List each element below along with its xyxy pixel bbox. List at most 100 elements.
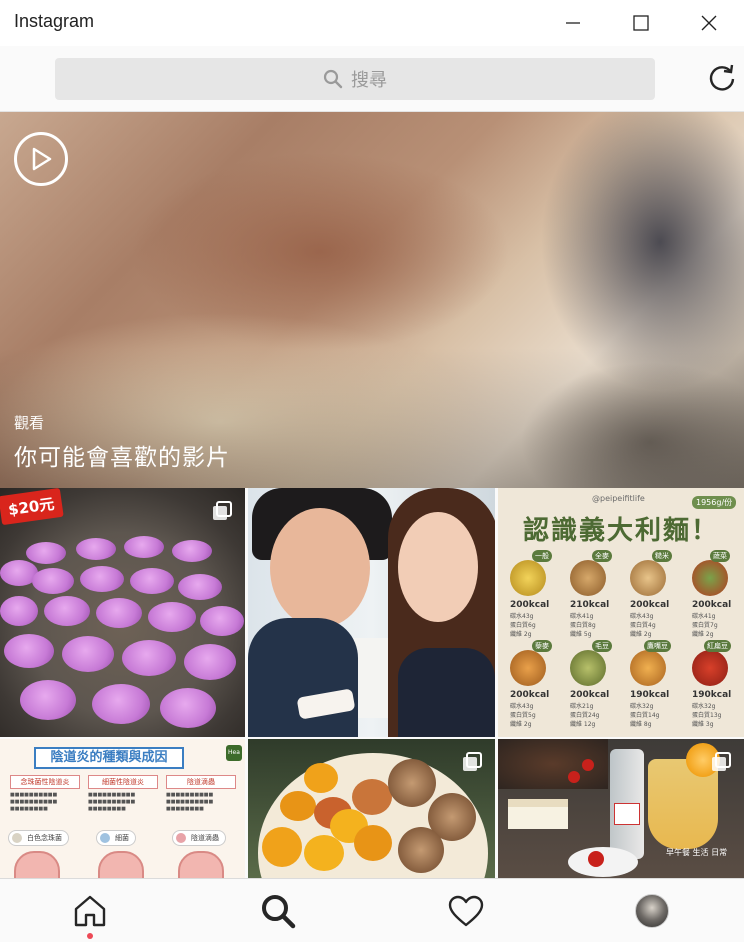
minimize-icon <box>566 22 580 24</box>
pasta-label: 藜麥 <box>532 640 552 652</box>
face-shape <box>398 512 478 622</box>
face-shape <box>270 508 370 628</box>
pasta-image <box>570 650 606 686</box>
nav-activity-button[interactable] <box>426 879 506 942</box>
food-shape <box>80 566 124 592</box>
food-shape <box>4 634 54 668</box>
close-button[interactable] <box>686 0 732 46</box>
cake-slice-shape <box>508 799 568 829</box>
explore-post-purple-cakes[interactable]: $20元 <box>0 488 245 737</box>
shirt-shape <box>398 648 495 737</box>
shirt-shape <box>248 618 358 737</box>
infographic-heading: 認識義大利麵！ <box>522 516 719 546</box>
maximize-button[interactable] <box>618 0 664 46</box>
food-shape <box>184 644 236 680</box>
brand-logo: Hea <box>226 745 242 761</box>
cause-pill: 細菌 <box>96 830 136 846</box>
food-shape <box>178 574 222 600</box>
maximize-icon <box>633 15 649 31</box>
food-shape <box>20 680 76 720</box>
minimize-button[interactable] <box>550 0 596 46</box>
search-icon <box>262 895 296 929</box>
food-shape <box>280 791 316 821</box>
pasta-kcal: 200kcal <box>510 690 550 700</box>
explore-post-dessert-bowl[interactable] <box>248 739 495 878</box>
food-shape <box>130 568 174 594</box>
pasta-nutrients: 碳水41g 蛋白質7g 纖維 2g <box>692 613 718 638</box>
serving-tag: 1956g/份 <box>692 496 737 509</box>
cause-pill: 白色念珠菌 <box>8 830 69 846</box>
search-input[interactable]: 搜尋 <box>55 58 655 100</box>
pasta-image <box>692 560 728 596</box>
bottom-navigation <box>0 878 744 942</box>
infographic-banner: 陰道炎的種類與成因 <box>34 747 184 769</box>
pasta-nutrients: 碳水32g 蛋白質14g 纖維 8g <box>630 703 660 728</box>
food-shape <box>172 540 212 562</box>
window-title: Instagram <box>14 11 95 31</box>
nav-profile-button[interactable] <box>612 879 692 942</box>
berry-shape <box>568 771 580 783</box>
explore-post-drinks[interactable]: 早午餐 生活 日常 <box>498 739 744 878</box>
nav-search-button[interactable] <box>238 879 318 942</box>
refresh-icon <box>709 64 735 91</box>
search-placeholder: 搜尋 <box>351 70 387 91</box>
pasta-image <box>510 650 546 686</box>
notification-dot <box>87 933 93 939</box>
author-handle: @peipeifitlife <box>592 494 645 503</box>
food-shape <box>352 779 392 815</box>
food-shape <box>200 606 244 636</box>
food-shape <box>304 835 344 871</box>
pasta-image <box>630 560 666 596</box>
instagram-app: Instagram 搜尋 觀看 你可能會喜歡的影片 $20元 @peipeifi… <box>0 0 744 942</box>
pasta-kcal: 200kcal <box>570 690 610 700</box>
pasta-nutrients: 碳水43g 蛋白質6g 纖維 2g <box>510 613 536 638</box>
food-shape <box>62 636 114 672</box>
pasta-image <box>630 650 666 686</box>
pasta-label: 全麥 <box>592 550 612 562</box>
food-shape <box>26 542 66 564</box>
berry-shape <box>588 851 604 867</box>
nav-home-button[interactable] <box>50 879 130 942</box>
price-tag: $20元 <box>0 488 65 526</box>
close-icon <box>701 15 717 31</box>
pasta-nutrients: 碳水32g 蛋白質13g 纖維 3g <box>692 703 722 728</box>
multiple-photos-icon <box>463 752 482 771</box>
explore-post-health-infographic[interactable]: 陰道炎的種類與成因 Hea 念珠菌性陰道炎 ■■■■■■■■■■ ■■■■■■■■■… <box>0 739 245 878</box>
photo-caption: 早午餐 生活 日常 <box>666 848 728 857</box>
food-shape <box>148 602 196 632</box>
pasta-label: 一般 <box>532 550 552 562</box>
pasta-nutrients: 碳水41g 蛋白質8g 纖維 5g <box>570 613 596 638</box>
play-icon <box>32 147 52 171</box>
pasta-image <box>510 560 546 596</box>
avatar <box>635 894 669 928</box>
pasta-nutrients: 碳水43g 蛋白質5g 纖維 2g <box>510 703 536 728</box>
food-shape <box>96 598 142 628</box>
explore-post-pasta-infographic[interactable]: @peipeifitlife 1956g/份 認識義大利麵！ 一般 200kca… <box>498 488 744 737</box>
window-title-bar: Instagram <box>0 0 744 46</box>
anatomy-illustration <box>178 851 224 878</box>
bottle-label-shape <box>614 803 640 825</box>
food-shape <box>398 827 444 873</box>
pasta-kcal: 200kcal <box>510 600 550 610</box>
suggested-videos-hero[interactable]: 觀看 你可能會喜歡的影片 <box>0 112 744 488</box>
pasta-label: 蔬菜 <box>710 550 730 562</box>
food-shape <box>304 763 338 793</box>
hero-title: 你可能會喜歡的影片 <box>14 445 230 471</box>
info-column: 細菌性陰道炎 ■■■■■■■■■■ ■■■■■■■■■■ ■■■■■■■■ <box>88 775 158 813</box>
pasta-nutrients: 碳水43g 蛋白質4g 纖維 2g <box>630 613 656 638</box>
pasta-image <box>692 650 728 686</box>
food-shape <box>32 568 74 594</box>
play-button[interactable] <box>14 132 68 186</box>
hero-subtitle: 觀看 <box>14 414 45 432</box>
food-shape <box>76 538 116 560</box>
food-shape <box>262 827 302 867</box>
pasta-kcal: 190kcal <box>630 690 670 700</box>
cause-pill: 陰道滴蟲 <box>172 830 226 846</box>
pasta-nutrients: 碳水21g 蛋白質24g 纖維 12g <box>570 703 600 728</box>
pasta-kcal: 210kcal <box>570 600 610 610</box>
pasta-kcal: 200kcal <box>630 600 670 610</box>
refresh-button[interactable] <box>704 60 740 96</box>
pasta-label: 紅扁豆 <box>704 640 731 652</box>
explore-post-couple-selfie[interactable] <box>248 488 495 737</box>
search-icon <box>323 69 343 89</box>
